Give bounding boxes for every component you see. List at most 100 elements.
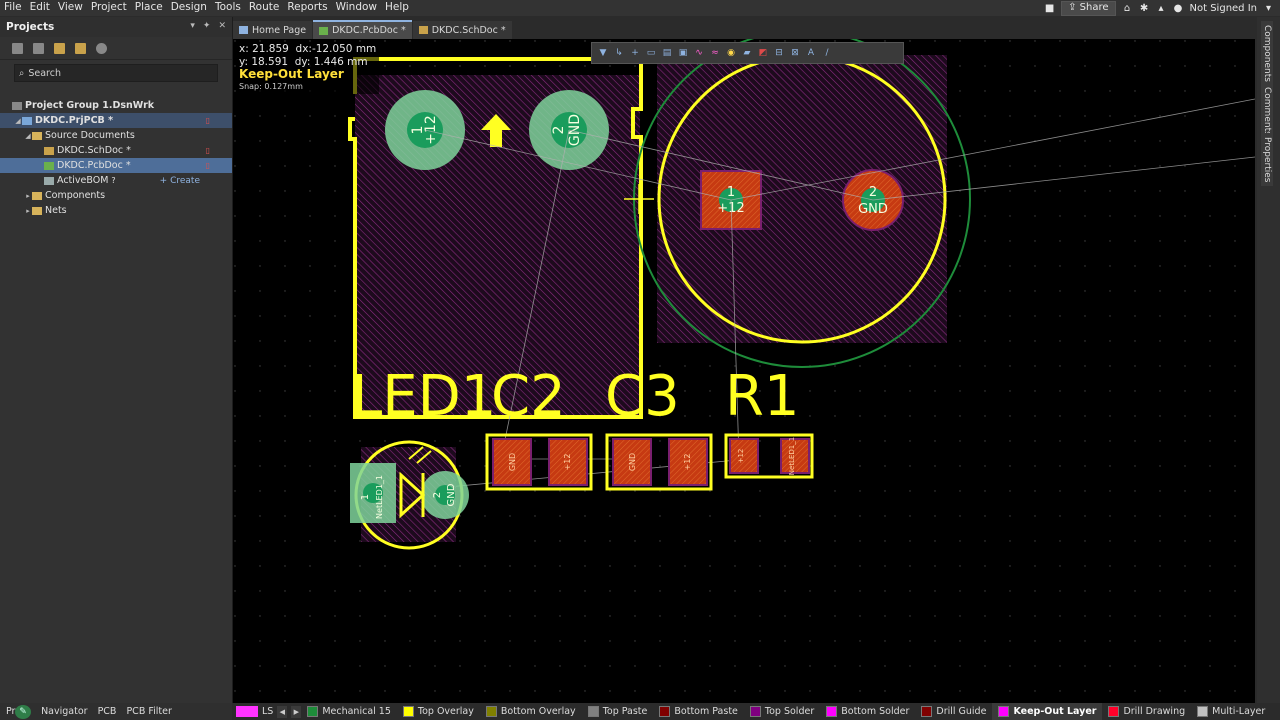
open-folder-icon[interactable] [54,42,65,54]
menu-window[interactable]: Window [332,0,381,16]
pcb-project-icon [22,116,32,125]
designator-r1[interactable]: R1 [725,364,800,429]
menu-place[interactable]: Place [131,0,167,16]
save-icon[interactable] [12,42,23,54]
string-icon[interactable]: A [806,48,816,58]
menu-file[interactable]: File [0,0,26,16]
pen-icon[interactable]: ✎ [15,704,32,719]
route-icon[interactable]: ↳ [614,48,624,58]
component-icon[interactable]: ▣ [678,48,688,58]
chevron-down-icon[interactable]: ▾ [1263,3,1274,14]
pcb-canvas[interactable]: 1 +12 2 GND 1 +12 2 GND LED1 C2 C3 R1 1 … [233,39,1255,703]
panel-tab-navigator[interactable]: Navigator [41,706,87,717]
layer-tab-bottom-solder[interactable]: Bottom Solder [820,703,915,720]
align-icon[interactable]: ▤ [662,48,672,58]
designator-led1[interactable]: LED1 [351,364,496,429]
current-layer-swatch[interactable] [236,706,258,717]
gear-icon[interactable] [96,42,107,54]
share-button[interactable]: ⇪ Share [1061,0,1116,16]
menu-tools[interactable]: Tools [211,0,245,16]
layer-tab-multi-layer[interactable]: Multi-Layer [1191,703,1271,720]
tree-item-schdoc[interactable]: DKDC.SchDoc * ▯ [0,143,232,158]
layer-tab-bottom-paste[interactable]: Bottom Paste [653,703,744,720]
diff-pair-icon[interactable]: ≈ [710,48,720,58]
designator-c3[interactable]: C3 [605,364,680,429]
filter-icon[interactable]: ▼ [598,48,608,58]
tree-item-components[interactable]: ▸ Components [0,188,232,203]
layer-tab-top-solder[interactable]: Top Solder [744,703,820,720]
home-icon[interactable]: ⌂ [1122,3,1133,14]
interactive-route-icon[interactable]: ∿ [694,48,704,58]
component-led1[interactable]: 1 NetLED1_1 2 GND [350,440,469,550]
tree-item-source-documents[interactable]: ◢ Source Documents [0,128,232,143]
polygon-icon[interactable]: ◩ [758,48,768,58]
active-bar: ▼ ↳ + ▭ ▤ ▣ ∿ ≈ ◉ ▰ ◩ ⊟ ⊠ A / [591,42,904,64]
chevron-left-icon[interactable]: ◀ [277,705,288,718]
bell-icon[interactable]: ▴ [1156,3,1167,14]
close-icon[interactable]: ✕ [218,21,226,31]
panel-menu-icon[interactable]: ▾ [190,21,195,31]
keepout-icon[interactable]: ⊠ [790,48,800,58]
layer-tab-keep-out[interactable]: Keep-Out Layer [992,703,1103,720]
menu-edit[interactable]: Edit [26,0,54,16]
line-icon[interactable]: / [822,48,832,58]
chevron-right-icon[interactable]: ▸ [24,207,32,215]
tree-item-prjpcb[interactable]: ◢ DKDC.PrjPCB * ▯ [0,113,232,128]
pad-label: GND [858,202,888,217]
tree-item-label: DKDC.SchDoc * [57,145,131,156]
layer-label: Mechanical 15 [322,706,391,717]
select-rect-icon[interactable]: ▭ [646,48,656,58]
menu-reports[interactable]: Reports [283,0,331,16]
tree-item-project-group[interactable]: Project Group 1.DsnWrk [0,98,232,113]
layer-tab-top-paste[interactable]: Top Paste [582,703,654,720]
tab-components[interactable]: Components [1261,21,1273,86]
chevron-down-icon[interactable]: ◢ [14,117,22,125]
layer-tab-mechanical-15[interactable]: Mechanical 15 [301,703,397,720]
layer-tab-top-overlay[interactable]: Top Overlay [397,703,480,720]
menu-view[interactable]: View [54,0,87,16]
menu-help[interactable]: Help [381,0,413,16]
layer-tabs: LS ◀ ▶ Mechanical 15 Top Overlay Bottom … [233,703,1280,720]
menu-project[interactable]: Project [87,0,131,16]
layer-tab-bottom-overlay[interactable]: Bottom Overlay [480,703,582,720]
compile-icon[interactable] [33,42,44,54]
signin-label[interactable]: Not Signed In [1190,3,1257,14]
tab-schdoc[interactable]: DKDC.SchDoc * [412,21,512,39]
layer-tab-drill-drawing[interactable]: Drill Drawing [1102,703,1191,720]
tab-comments[interactable]: Comments [1261,83,1273,140]
help-icon[interactable]: ? [111,176,115,185]
user-icon[interactable]: ● [1173,3,1184,14]
panel-tab-pcb[interactable]: PCB [98,706,117,717]
chevron-down-icon[interactable]: ◢ [24,132,32,140]
menu-route[interactable]: Route [245,0,283,16]
tree-item-pcbdoc[interactable]: DKDC.PcbDoc * ▯ [0,158,232,173]
tree-item-nets[interactable]: ▸ Nets [0,203,232,218]
chevron-right-icon[interactable]: ▸ [24,192,32,200]
search-input[interactable]: ⌕ Search [14,64,218,82]
fill-icon[interactable]: ▰ [742,48,752,58]
layer-tab-drill-guide[interactable]: Drill Guide [915,703,992,720]
dimension-icon[interactable]: ⊟ [774,48,784,58]
pad-label: +12 [737,449,745,464]
panel-tab-pcb-filter[interactable]: PCB Filter [126,706,171,717]
layer-set-button[interactable]: LS [262,706,273,717]
tab-properties[interactable]: Properties [1261,133,1273,187]
menu-design[interactable]: Design [167,0,211,16]
pad-label: NetLED1_1 [375,475,384,519]
gear-icon[interactable]: ✱ [1139,3,1150,14]
pin-icon[interactable]: ✦ [203,21,211,31]
designator-c2[interactable]: C2 [491,364,566,429]
tab-home-page[interactable]: Home Page [233,21,313,39]
folder-icon[interactable] [75,42,86,54]
via-icon[interactable]: ◉ [726,48,736,58]
component-c3[interactable]: 1 +12 2 GND [633,39,971,368]
tab-pcbdoc[interactable]: DKDC.PcbDoc * [313,20,412,39]
chevron-right-icon[interactable]: ▶ [291,705,302,718]
tree-item-activebom[interactable]: ActiveBOM ? + Create [0,173,232,188]
chat-icon[interactable]: ■ [1044,3,1055,14]
pcb-drawing[interactable]: 1 +12 2 GND 1 +12 2 GND LED1 C2 C3 R1 1 … [233,39,1255,703]
create-link[interactable]: + Create [160,176,200,186]
snap-readout: Snap: 0.127mm [239,81,303,91]
crosshair-icon[interactable]: + [630,48,640,58]
pad-label: GND [508,453,517,471]
